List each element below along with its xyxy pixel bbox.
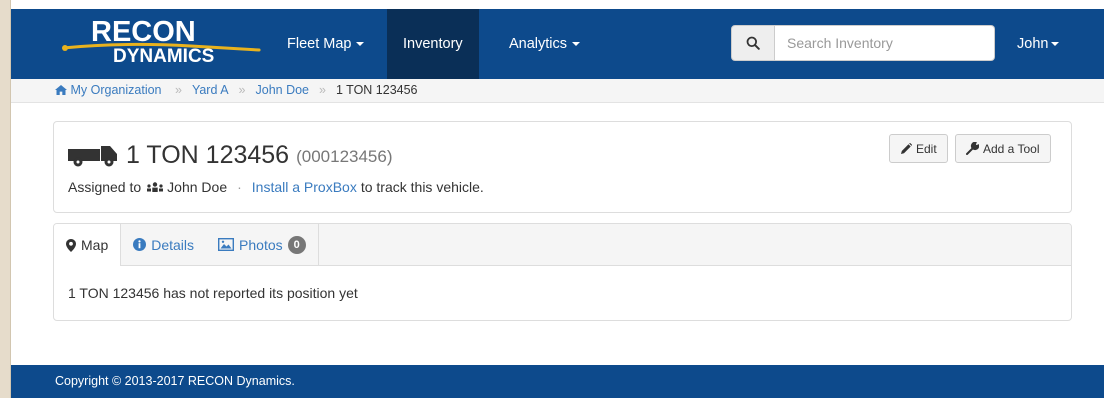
nav-fleet-map-label: Fleet Map bbox=[287, 36, 352, 52]
home-icon bbox=[55, 85, 67, 95]
nav-inventory[interactable]: Inventory bbox=[387, 9, 479, 79]
info-circle-icon bbox=[133, 238, 147, 251]
asset-id: (000123456) bbox=[296, 146, 393, 166]
logo-text-recon: RECON bbox=[91, 16, 196, 48]
copyright-text: Copyright © 2013-2017 RECON Dynamics. bbox=[55, 374, 295, 388]
breadcrumb-item-organization[interactable]: My Organization bbox=[55, 83, 165, 97]
asset-name: 1 TON 123456 bbox=[126, 140, 290, 169]
nav-analytics[interactable]: Analytics bbox=[493, 9, 596, 79]
recon-dynamics-logo[interactable]: RECON DYNAMICS bbox=[61, 16, 271, 72]
caret-down-icon bbox=[356, 42, 365, 47]
install-proxbox-link[interactable]: Install a ProxBox bbox=[252, 179, 357, 195]
asset-tabs-panel: Map Details Photos 0 1 TON 123456 has no… bbox=[53, 223, 1072, 321]
tab-photos-label: Photos bbox=[239, 236, 283, 253]
breadcrumb-item-yard[interactable]: Yard A bbox=[192, 83, 229, 97]
assignment-row: Assigned to John Doe · Install a ProxBox… bbox=[68, 179, 484, 195]
top-navbar: RECON DYNAMICS Fleet Map Inventory Analy… bbox=[11, 9, 1104, 79]
asset-header-panel: 1 TON 123456 (000123456) Assigned to Joh… bbox=[53, 121, 1072, 213]
wrench-icon bbox=[966, 142, 979, 155]
breadcrumb-separator: » bbox=[319, 83, 326, 97]
breadcrumb-separator: » bbox=[238, 83, 246, 97]
map-marker-icon bbox=[66, 238, 76, 252]
asset-title-row: 1 TON 123456 (000123456) bbox=[68, 138, 393, 172]
user-menu[interactable]: John bbox=[1017, 9, 1060, 79]
add-tool-button-label: Add a Tool bbox=[983, 141, 1040, 156]
photos-count-badge: 0 bbox=[287, 235, 306, 254]
users-icon bbox=[147, 182, 164, 192]
tab-bar: Map Details Photos 0 bbox=[54, 224, 1071, 266]
breadcrumb-current: 1 TON 123456 bbox=[335, 83, 418, 97]
tab-details[interactable]: Details bbox=[121, 224, 206, 265]
install-suffix: to track this vehicle. bbox=[360, 179, 484, 195]
page-footer: Copyright © 2013-2017 RECON Dynamics. bbox=[11, 365, 1104, 398]
map-status-message: 1 TON 123456 has not reported its positi… bbox=[68, 285, 358, 301]
assignee-name: John Doe bbox=[167, 179, 228, 195]
tab-map-label: Map bbox=[81, 237, 109, 253]
breadcrumb-label: My Organization bbox=[70, 83, 162, 97]
breadcrumb-item-user[interactable]: John Doe bbox=[256, 83, 310, 97]
search-input[interactable] bbox=[775, 25, 995, 61]
picture-icon bbox=[218, 238, 235, 251]
edit-button-label: Edit bbox=[916, 141, 937, 156]
search-group bbox=[731, 25, 995, 61]
caret-down-icon bbox=[572, 42, 581, 47]
tab-photos[interactable]: Photos 0 bbox=[206, 224, 319, 265]
tab-details-label: Details bbox=[151, 236, 195, 253]
map-panel-body: 1 TON 123456 has not reported its positi… bbox=[54, 266, 1071, 320]
user-menu-label: John bbox=[1017, 36, 1049, 52]
search-icon bbox=[746, 36, 760, 50]
window-frame-edge bbox=[0, 0, 11, 398]
breadcrumb-separator: » bbox=[174, 83, 182, 97]
separator-dot: · bbox=[237, 179, 242, 195]
add-tool-button[interactable]: Add a Tool bbox=[955, 134, 1051, 163]
breadcrumb: My Organization » Yard A » John Doe » 1 TON 1… bbox=[11, 79, 1104, 103]
search-button[interactable] bbox=[731, 25, 775, 61]
caret-down-icon bbox=[1051, 42, 1060, 47]
logo-text-dynamics: DYNAMICS bbox=[113, 46, 215, 67]
pencil-icon bbox=[901, 142, 912, 154]
nav-inventory-label: Inventory bbox=[403, 36, 463, 52]
assigned-to-label: Assigned to bbox=[68, 179, 142, 195]
nav-analytics-label: Analytics bbox=[509, 36, 568, 52]
tab-map[interactable]: Map bbox=[54, 224, 122, 266]
nav-fleet-map[interactable]: Fleet Map bbox=[271, 9, 380, 79]
truck-icon bbox=[68, 146, 117, 167]
edit-button[interactable]: Edit bbox=[889, 134, 948, 163]
